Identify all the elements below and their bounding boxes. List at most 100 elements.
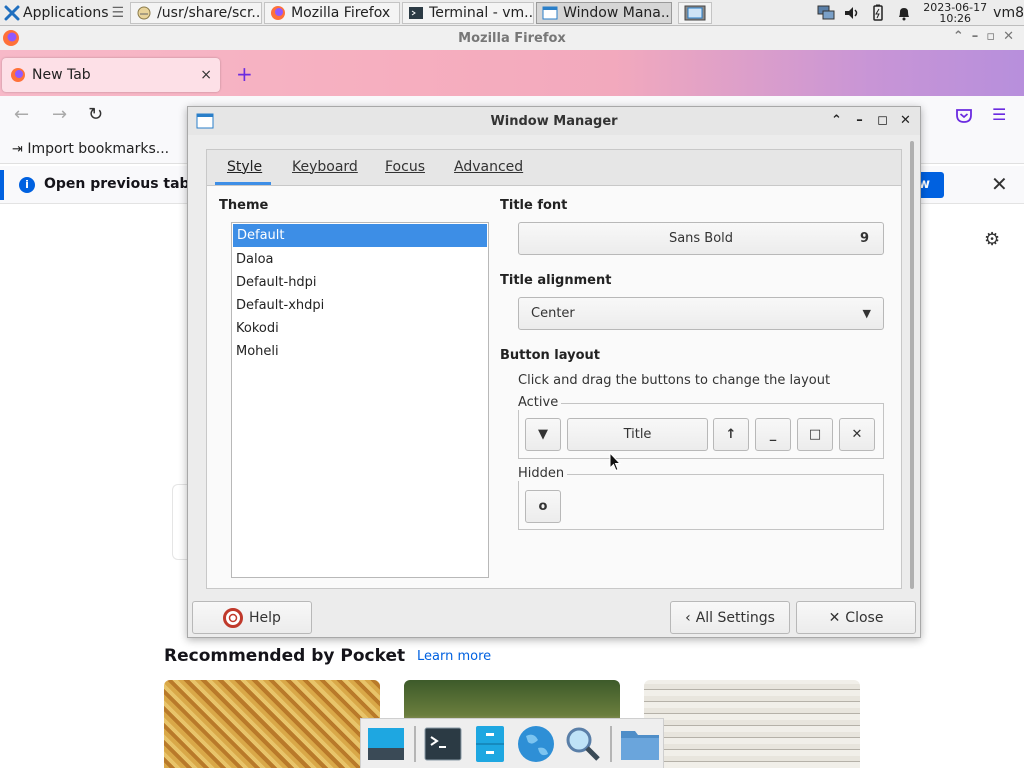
window-manager-icon <box>196 113 214 129</box>
import-icon: ⇥ <box>12 142 23 157</box>
folder-icon <box>620 730 659 760</box>
task-file-manager[interactable]: /usr/share/scr... <box>130 1 263 24</box>
firefox-window-title: Mozilla Firefox <box>458 30 566 46</box>
battery-icon[interactable] <box>869 4 887 22</box>
shortcut-tile[interactable] <box>172 484 188 560</box>
new-tab-button[interactable]: + <box>236 62 253 86</box>
pocket-card-image[interactable] <box>164 680 380 768</box>
chevron-down-icon: ▼ <box>862 307 871 320</box>
button-layout-label: Button layout <box>500 348 601 363</box>
infobar-accent <box>0 170 4 200</box>
dock-web-browser[interactable] <box>515 722 558 766</box>
maximize-icon[interactable]: ▫ <box>986 29 995 44</box>
network-icon[interactable] <box>817 4 835 22</box>
close-icon[interactable]: ✕ <box>897 111 914 129</box>
close-layout-button[interactable]: ✕ <box>839 418 875 451</box>
shade-icon[interactable]: ⌃ <box>828 111 845 129</box>
pocket-icon[interactable] <box>955 107 973 125</box>
tab-label: New Tab <box>32 67 91 83</box>
dock-search[interactable] <box>562 722 605 766</box>
wm-tab-bar: Style Keyboard Focus Advanced <box>207 150 901 186</box>
pocket-card-image[interactable] <box>644 680 860 768</box>
wm-title: Window Manager <box>490 113 618 129</box>
hidden-buttons-frame <box>518 474 884 530</box>
theme-item-default-xhdpi[interactable]: Default-xhdpi <box>232 294 488 317</box>
task-terminal[interactable]: Terminal - vm... <box>402 1 535 24</box>
task-label: Terminal - vm... <box>429 4 535 21</box>
reload-icon[interactable]: ↻ <box>88 104 103 125</box>
tab-new-tab[interactable]: New Tab × <box>2 58 220 92</box>
infobar-close-icon[interactable]: ✕ <box>991 172 1008 196</box>
shade-layout-button[interactable]: ↑ <box>713 418 749 451</box>
title-font-label: Title font <box>500 198 568 213</box>
dock-terminal[interactable] <box>422 722 465 766</box>
wm-notebook: Style Keyboard Focus Advanced Theme Defa… <box>206 149 902 589</box>
applications-menu[interactable]: Applications ☰ <box>0 1 128 25</box>
dock-show-desktop[interactable] <box>365 722 408 766</box>
title-layout-button[interactable]: Title <box>567 418 708 451</box>
theme-label: Theme <box>219 198 269 213</box>
stick-layout-button[interactable]: o <box>525 490 561 523</box>
back-arrow-icon[interactable]: ← <box>14 104 29 125</box>
hamburger-menu-icon[interactable]: ☰ <box>992 105 1006 124</box>
dialog-scrollbar[interactable] <box>910 141 914 589</box>
mouse-pointer-icon <box>609 452 621 472</box>
gear-icon[interactable]: ⚙ <box>984 229 1000 250</box>
minimize-icon[interactable]: – <box>972 29 979 44</box>
theme-item-default-hdpi[interactable]: Default-hdpi <box>232 271 488 294</box>
maximize-icon[interactable]: ◻ <box>874 111 891 129</box>
theme-item-moheli[interactable]: Moheli <box>232 340 488 363</box>
learn-more-link[interactable]: Learn more <box>417 649 491 664</box>
close-button[interactable]: ✕ Close <box>796 601 916 634</box>
workspace-switcher[interactable] <box>678 1 713 24</box>
firefox-icon <box>3 30 19 46</box>
help-label: Help <box>249 609 281 626</box>
panel-tray: 2023-06-17 10:26 vm8 <box>813 0 1024 26</box>
workspace-icon <box>684 5 706 20</box>
title-alignment-label: Title alignment <box>500 273 612 288</box>
task-window-manager[interactable]: Window Mana... <box>536 1 673 24</box>
window-manager-icon <box>542 6 558 19</box>
minimize-layout-button[interactable]: _ <box>755 418 791 451</box>
globe-icon <box>518 725 555 762</box>
tab-focus[interactable]: Focus <box>385 159 425 175</box>
menu-layout-button[interactable]: ▼ <box>525 418 561 451</box>
import-bookmarks-link[interactable]: ⇥ Import bookmarks... <box>12 141 169 157</box>
task-label: Mozilla Firefox <box>291 4 391 21</box>
title-font-button[interactable]: Sans Bold 9 <box>518 222 884 255</box>
theme-item-default[interactable]: Default <box>233 224 487 247</box>
tab-style[interactable]: Style <box>227 159 262 175</box>
help-button[interactable]: Help <box>192 601 312 634</box>
title-alignment-select[interactable]: Center ▼ <box>518 297 884 330</box>
close-icon: ✕ <box>828 609 841 626</box>
maximize-layout-button[interactable]: □ <box>797 418 833 451</box>
file-manager-icon <box>137 6 151 19</box>
dock <box>360 718 664 768</box>
forward-arrow-icon[interactable]: → <box>52 104 67 125</box>
dock-file-cabinet[interactable] <box>468 722 511 766</box>
top-panel: Applications ☰ /usr/share/scr... Mozilla… <box>0 0 1024 26</box>
user-name[interactable]: vm8 <box>993 5 1024 21</box>
lifebuoy-icon <box>223 607 244 628</box>
notification-bell-icon[interactable] <box>895 4 913 22</box>
window-manager-dialog: Window Manager ⌃ – ◻ ✕ Style Keyboard Fo… <box>187 106 921 638</box>
close-icon[interactable]: ✕ <box>1003 29 1014 44</box>
tab-advanced[interactable]: Advanced <box>454 159 523 175</box>
task-firefox[interactable]: Mozilla Firefox <box>264 1 401 24</box>
dock-files[interactable] <box>618 722 661 766</box>
close-tab-icon[interactable]: × <box>200 67 212 83</box>
all-settings-label: All Settings <box>695 609 775 626</box>
tab-keyboard[interactable]: Keyboard <box>292 159 358 175</box>
theme-list: Default Daloa Default-hdpi Default-xhdpi… <box>231 222 489 578</box>
title-alignment-value: Center <box>531 306 575 321</box>
firefox-icon <box>11 68 25 82</box>
task-label: Window Mana... <box>563 4 673 21</box>
theme-item-daloa[interactable]: Daloa <box>232 248 488 271</box>
all-settings-button[interactable]: ‹ All Settings <box>670 601 790 634</box>
minimize-icon[interactable]: – <box>851 111 868 129</box>
wm-titlebar[interactable]: Window Manager ⌃ – ◻ ✕ <box>188 107 920 135</box>
volume-icon[interactable] <box>843 4 861 22</box>
theme-item-kokodi[interactable]: Kokodi <box>232 317 488 340</box>
clock[interactable]: 2023-06-17 10:26 <box>923 2 987 24</box>
shade-icon[interactable]: ⌃ <box>953 29 964 44</box>
